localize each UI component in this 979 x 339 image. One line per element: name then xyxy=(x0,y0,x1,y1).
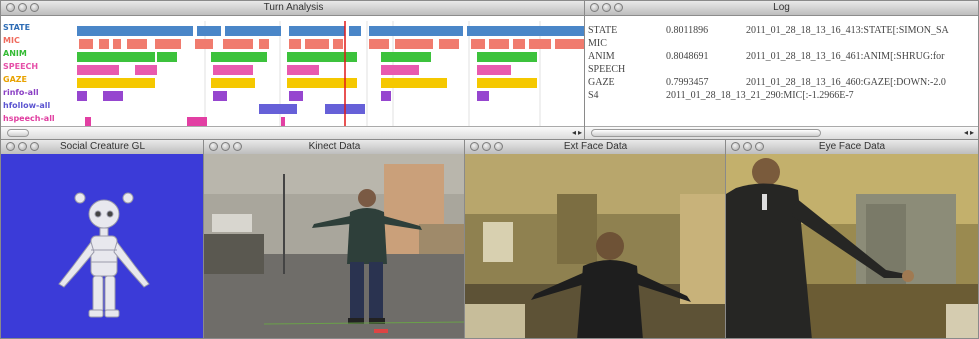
log-message: 2011_01_28_18_13_21_290:MIC[:-1.2966E-7 xyxy=(666,90,854,101)
track-label-mic: MIC xyxy=(3,36,20,45)
log-value: 0.8011896 xyxy=(666,25,709,36)
log-pane[interactable]: STATE 0.8011896 2011_01_28_18_13_16_413:… xyxy=(585,15,978,139)
track-label-rinfo: rinfo-all xyxy=(3,88,39,97)
log-name: MIC xyxy=(588,38,607,49)
log-message: 2011_01_28_18_13_16_413:STATE[:SIMON_SA xyxy=(746,25,949,36)
eye-face-video-view[interactable] xyxy=(726,154,978,338)
log-name: ANIM xyxy=(588,51,615,62)
social-creature-titlebar[interactable]: Social Creature GL xyxy=(1,140,204,155)
kinect-window: Kinect Data xyxy=(203,139,466,339)
log-value: 0.8048691 xyxy=(666,51,709,62)
kinect-video-view[interactable] xyxy=(204,154,465,338)
ext-face-camera-image xyxy=(465,154,726,338)
window-title: Kinect Data xyxy=(308,141,361,152)
track-anim-bars xyxy=(77,52,537,62)
ext-face-video-view[interactable] xyxy=(465,154,726,338)
track-label-hfollow: hfollow-all xyxy=(3,101,51,110)
log-scrollbar[interactable]: ◂▸ xyxy=(585,126,978,139)
scroll-arrows-icon[interactable]: ◂▸ xyxy=(572,128,584,137)
ext-face-titlebar[interactable]: Ext Face Data xyxy=(465,140,726,155)
scroll-arrows-icon[interactable]: ◂▸ xyxy=(964,128,976,137)
turn-analysis-window: Turn Analysis STATE MIC ANIM SPEECH GAZE… xyxy=(0,0,587,140)
track-label-gaze: GAZE xyxy=(3,75,28,84)
track-label-anim: ANIM xyxy=(3,49,27,58)
turn-analysis-titlebar[interactable]: Turn Analysis xyxy=(1,1,586,16)
eye-face-titlebar[interactable]: Eye Face Data xyxy=(726,140,978,155)
robot-icon xyxy=(58,192,150,318)
window-title: Ext Face Data xyxy=(563,141,628,152)
social-creature-window: Social Creature GL xyxy=(0,139,205,339)
log-message: 2011_01_28_18_13_16_460:GAZE[:DOWN:-2.0 xyxy=(746,77,946,88)
timeline-scrollbar[interactable]: ◂▸ xyxy=(1,126,586,139)
eye-face-window: Eye Face Data xyxy=(725,139,979,339)
log-name: GAZE xyxy=(588,77,615,88)
log-name: STATE xyxy=(588,25,618,36)
log-scroll-thumb[interactable] xyxy=(591,129,821,137)
timeline-scroll-thumb[interactable] xyxy=(7,129,29,137)
kinect-camera-image xyxy=(204,154,465,338)
track-gaze-bars xyxy=(77,78,537,88)
log-name: S4 xyxy=(588,90,599,101)
log-name: SPEECH xyxy=(588,64,626,75)
window-title: Social Creature GL xyxy=(59,141,146,152)
log-window: Log STATE 0.8011896 2011_01_28_18_13_16_… xyxy=(584,0,979,140)
track-hfollow-bars xyxy=(259,104,365,114)
log-titlebar[interactable]: Log xyxy=(585,1,978,16)
window-title: Eye Face Data xyxy=(818,141,886,152)
eye-face-camera-image xyxy=(726,154,978,338)
track-label-hspeech: hspeech-all xyxy=(3,114,55,123)
track-label-state: STATE xyxy=(3,23,31,32)
window-title: Log xyxy=(773,2,790,13)
track-state-bars xyxy=(77,26,586,36)
kinect-titlebar[interactable]: Kinect Data xyxy=(204,140,465,155)
robot-render-view[interactable] xyxy=(1,154,204,338)
log-value: 0.7993457 xyxy=(666,77,709,88)
window-title: Turn Analysis xyxy=(263,2,324,13)
log-message: 2011_01_28_18_13_16_461:ANIM[:SHRUG:for xyxy=(746,51,945,62)
track-speech-bars xyxy=(77,65,511,75)
track-label-speech: SPEECH xyxy=(3,62,39,71)
track-rinfo-bars xyxy=(77,91,489,101)
timeline-pane[interactable]: STATE MIC ANIM SPEECH GAZE rinfo-all hfo… xyxy=(1,15,586,139)
timeline-tracks xyxy=(77,21,586,133)
ext-face-window: Ext Face Data xyxy=(464,139,727,339)
track-mic-bars xyxy=(79,39,585,49)
